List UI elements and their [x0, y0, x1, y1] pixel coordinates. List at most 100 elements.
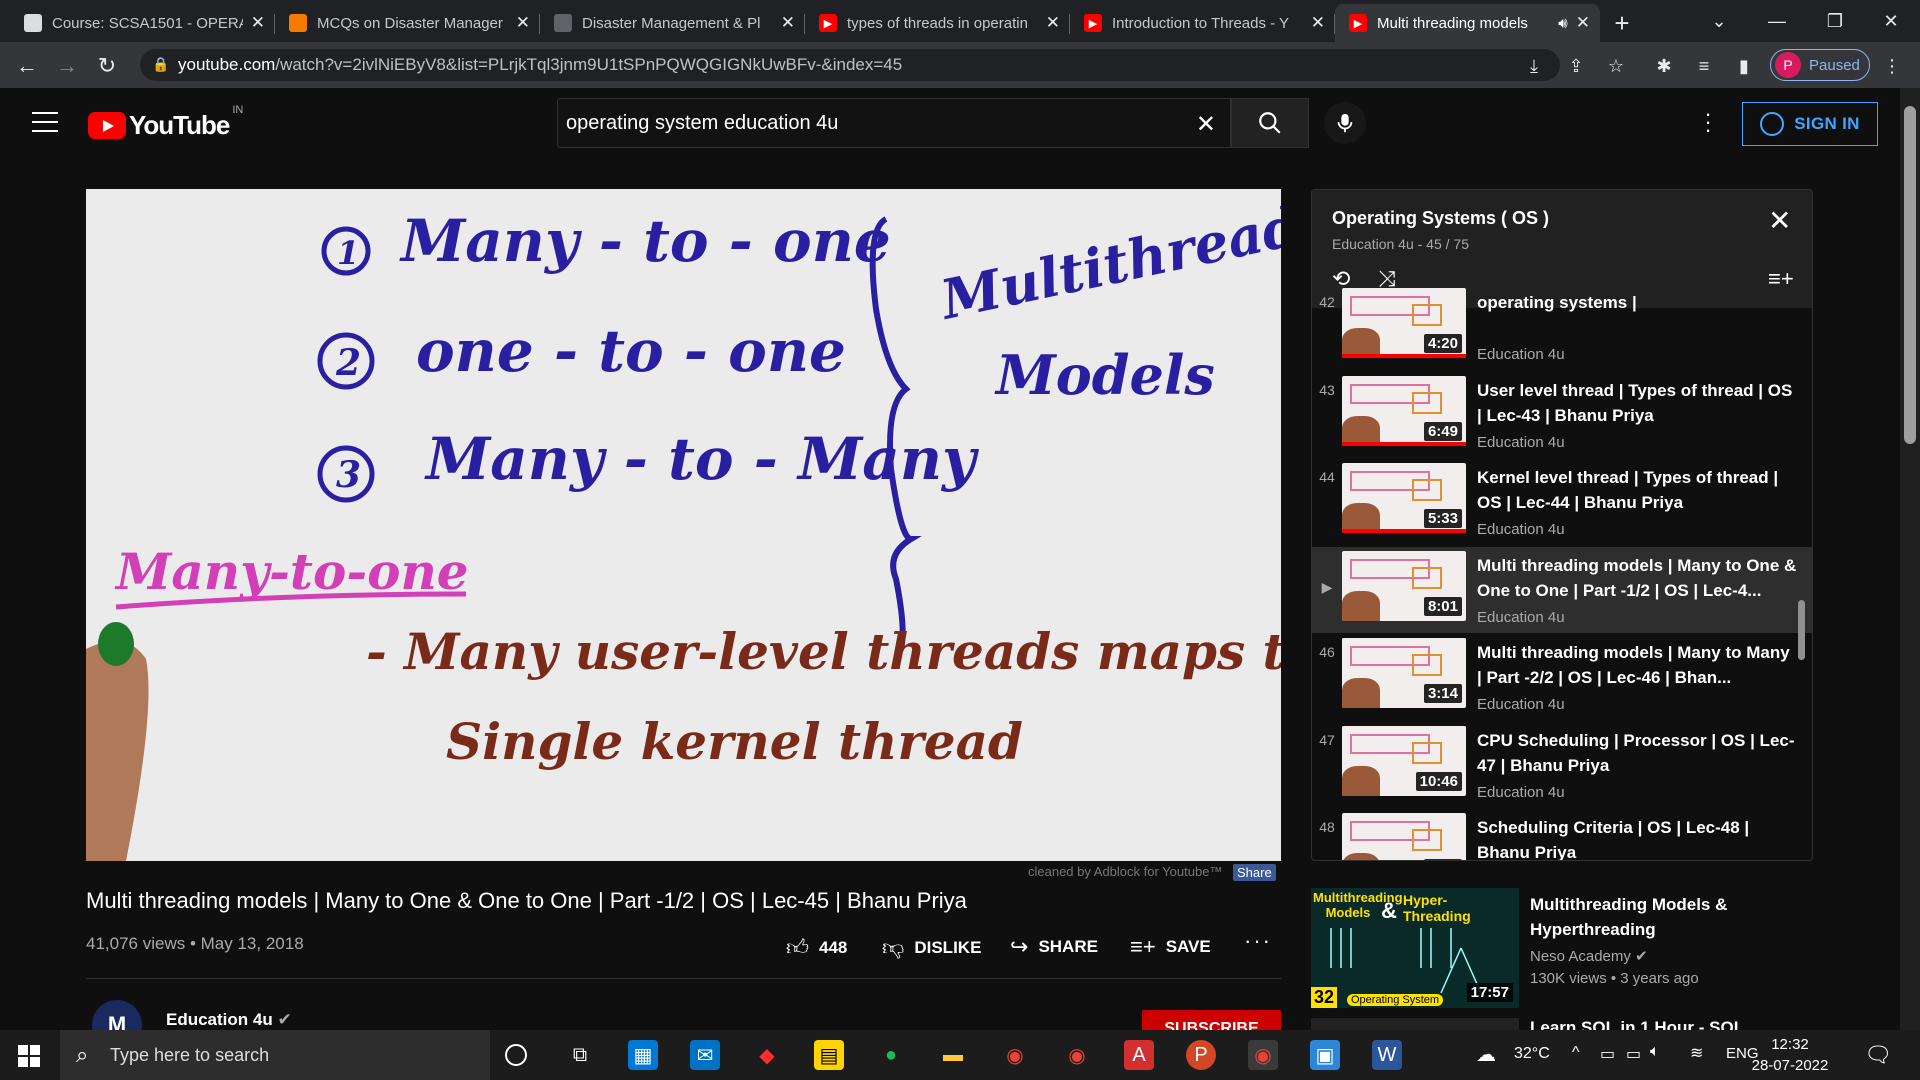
- chrome-active-icon[interactable]: ◉: [1248, 1040, 1278, 1070]
- playlist-item-title[interactable]: CPU Scheduling | Processor | OS | Lec-47…: [1477, 728, 1797, 778]
- powerpoint-icon[interactable]: P: [1186, 1040, 1216, 1070]
- forward-icon[interactable]: →: [52, 51, 82, 81]
- playlist-item[interactable]: 43 6:49 User level thread | Types of threa…: [1312, 372, 1812, 458]
- bookmark-star-icon[interactable]: ☆: [1604, 54, 1628, 78]
- menu-icon[interactable]: [32, 112, 58, 132]
- share-page-icon[interactable]: ⇪: [1564, 54, 1588, 78]
- page-scrollbar-thumb[interactable]: [1904, 106, 1916, 444]
- settings-menu-icon[interactable]: · · ·: [1698, 103, 1718, 141]
- weather-icon[interactable]: ☁: [1476, 1042, 1496, 1067]
- playlist-item[interactable]: 46 3:14 Multi threading models | Many to M…: [1312, 634, 1812, 720]
- search-button[interactable]: [1231, 98, 1309, 148]
- browser-tab[interactable]: ▶ types of threads in operatin ✕: [805, 4, 1070, 42]
- browser-menu-icon[interactable]: ⋮: [1880, 54, 1904, 78]
- windows-start-icon[interactable]: [18, 1045, 40, 1067]
- playlist-item-thumbnail[interactable]: 4:20: [1342, 288, 1466, 358]
- playlist-item[interactable]: 44 5:33 Kernel level thread | Types of thr…: [1312, 459, 1812, 545]
- acrobat-icon[interactable]: A: [1124, 1040, 1154, 1070]
- browser-tab[interactable]: MCQs on Disaster Manager ✕: [275, 4, 540, 42]
- media-control-icon[interactable]: ≡: [1692, 54, 1716, 78]
- playlist-item[interactable]: 47 10:46 CPU Scheduling | Processor | OS |…: [1312, 722, 1812, 808]
- temperature[interactable]: 32°C: [1514, 1045, 1550, 1063]
- playlist-item-title[interactable]: Multi threading models | Many to One & O…: [1477, 553, 1797, 603]
- close-tab-icon[interactable]: ✕: [781, 13, 795, 33]
- cortana-icon[interactable]: [505, 1044, 527, 1066]
- extensions-icon[interactable]: ✱: [1652, 54, 1676, 78]
- playlist-item-thumbnail[interactable]: 7:15: [1342, 813, 1466, 860]
- close-playlist-icon[interactable]: ✕: [1768, 204, 1791, 237]
- playlist-item-title[interactable]: Kernel level thread | Types of thread | …: [1477, 465, 1797, 515]
- close-tab-icon[interactable]: ✕: [1311, 13, 1325, 33]
- page-scrollbar[interactable]: [1900, 88, 1920, 1030]
- playlist-item-title[interactable]: Multi threading models | Many to Many | …: [1477, 640, 1797, 690]
- playlist-item[interactable]: 42 4:20 operating systems | Education 4u: [1312, 284, 1812, 370]
- playlist-title[interactable]: Operating Systems ( OS ): [1332, 208, 1549, 229]
- side-panel-icon[interactable]: ▮: [1732, 54, 1756, 78]
- playlist-item-title[interactable]: User level thread | Types of thread | OS…: [1477, 378, 1797, 428]
- chrome-profile-icon[interactable]: ◉: [1062, 1040, 1092, 1070]
- battery-icon[interactable]: ▭: [1626, 1044, 1641, 1064]
- back-icon[interactable]: ←: [12, 51, 42, 81]
- profile-button[interactable]: P Paused: [1770, 49, 1870, 81]
- close-tab-icon[interactable]: ✕: [1046, 13, 1060, 33]
- tray-device-icon[interactable]: ▭: [1600, 1044, 1615, 1064]
- close-tab-icon[interactable]: ✕: [516, 13, 530, 33]
- share-button[interactable]: ↪ SHARE: [1010, 934, 1098, 960]
- app-diamond-icon[interactable]: ◆: [752, 1040, 782, 1070]
- playlist-item-thumbnail[interactable]: 10:46: [1342, 725, 1466, 796]
- store-icon[interactable]: ▦: [628, 1040, 658, 1070]
- browser-tab[interactable]: Course: SCSA1501 - OPERA ✕: [10, 4, 275, 42]
- clock[interactable]: 12:32 28-07-2022: [1750, 1034, 1830, 1076]
- url-field[interactable]: 🔒 youtube.com/watch?v=2ivlNiEByV8&list=P…: [140, 49, 1560, 81]
- channel-name[interactable]: Education 4u ✔: [166, 1010, 292, 1030]
- restore-button[interactable]: ❐: [1806, 0, 1864, 42]
- more-actions-icon[interactable]: ···: [1244, 928, 1272, 954]
- browser-tab[interactable]: Disaster Management & Pl ✕: [540, 4, 805, 42]
- playlist-item-title[interactable]: operating systems |: [1477, 290, 1797, 315]
- like-button[interactable]: 👍︎ 448: [786, 934, 847, 961]
- dislike-button[interactable]: 👎︎ DISLIKE: [882, 934, 981, 961]
- playlist-item-thumbnail[interactable]: 8:01: [1342, 550, 1466, 621]
- word-icon[interactable]: W: [1372, 1040, 1402, 1070]
- adblock-share-button[interactable]: Share: [1233, 864, 1276, 881]
- sign-in-button[interactable]: SIGN IN: [1742, 102, 1878, 146]
- video-player[interactable]: 1 2 3 Many - to - one one - to - one Man…: [86, 189, 1281, 861]
- spotify-icon[interactable]: ●: [876, 1040, 906, 1070]
- close-tab-icon[interactable]: ✕: [251, 13, 265, 33]
- photos-icon[interactable]: ▣: [1310, 1040, 1340, 1070]
- tray-chevron-icon[interactable]: ^: [1572, 1044, 1580, 1062]
- volume-icon[interactable]: 🔈︎: [1650, 1043, 1660, 1061]
- reload-icon[interactable]: ↻: [92, 51, 122, 81]
- taskbar-search-input[interactable]: ⌕ Type here to search: [60, 1030, 490, 1080]
- minimize-button[interactable]: —: [1748, 0, 1806, 42]
- playlist-item-thumbnail[interactable]: 3:14: [1342, 638, 1466, 708]
- save-button[interactable]: ≡+ SAVE: [1130, 934, 1211, 960]
- clear-search-icon[interactable]: ✕: [1196, 110, 1216, 139]
- new-tab-button[interactable]: +: [1600, 4, 1644, 42]
- playlist-scrollbar[interactable]: [1798, 600, 1805, 660]
- recommended-thumbnail[interactable]: Multithreading Models & Hyper-Threading …: [1311, 888, 1519, 1008]
- browser-tab[interactable]: ▶ Multi threading models 🔊︎ ✕: [1335, 4, 1600, 42]
- chrome-icon[interactable]: ◉: [1000, 1040, 1030, 1070]
- playlist-item[interactable]: 48 7:15 Scheduling Criteria | OS | Lec-48 …: [1312, 809, 1812, 860]
- search-input[interactable]: operating system education 4u ✕: [557, 98, 1231, 148]
- recommended-channel[interactable]: Neso Academy ✔: [1530, 947, 1648, 965]
- install-icon[interactable]: ⤓: [1522, 54, 1546, 78]
- playlist-item-thumbnail[interactable]: 5:33: [1342, 463, 1466, 533]
- audio-playing-icon[interactable]: 🔊︎: [1558, 15, 1567, 32]
- playlist-item-title[interactable]: Scheduling Criteria | OS | Lec-48 | Bhan…: [1477, 815, 1797, 860]
- close-window-button[interactable]: ✕: [1862, 0, 1920, 42]
- recommended-title[interactable]: Multithreading Models & Hyperthreading: [1530, 892, 1810, 942]
- playlist-item-current[interactable]: ▶ 8:01 Multi threading models | Many to On…: [1312, 546, 1812, 633]
- notifications-icon[interactable]: 🗨︎: [1864, 1042, 1892, 1068]
- recommended-video[interactable]: Multithreading Models & Hyper-Threading …: [1311, 888, 1821, 1008]
- youtube-logo[interactable]: YouTube IN: [88, 104, 243, 141]
- playlist-item-thumbnail[interactable]: 6:49: [1342, 375, 1466, 446]
- wifi-icon[interactable]: ≋: [1690, 1043, 1703, 1063]
- browser-tab[interactable]: ▶ Introduction to Threads - Y ✕: [1070, 4, 1335, 42]
- close-tab-icon[interactable]: ✕: [1576, 13, 1590, 33]
- mail-icon[interactable]: ✉: [690, 1040, 720, 1070]
- sticky-notes-icon[interactable]: ▤: [814, 1040, 844, 1070]
- voice-search-button[interactable]: [1324, 102, 1366, 144]
- task-view-icon[interactable]: ⧉: [565, 1040, 595, 1070]
